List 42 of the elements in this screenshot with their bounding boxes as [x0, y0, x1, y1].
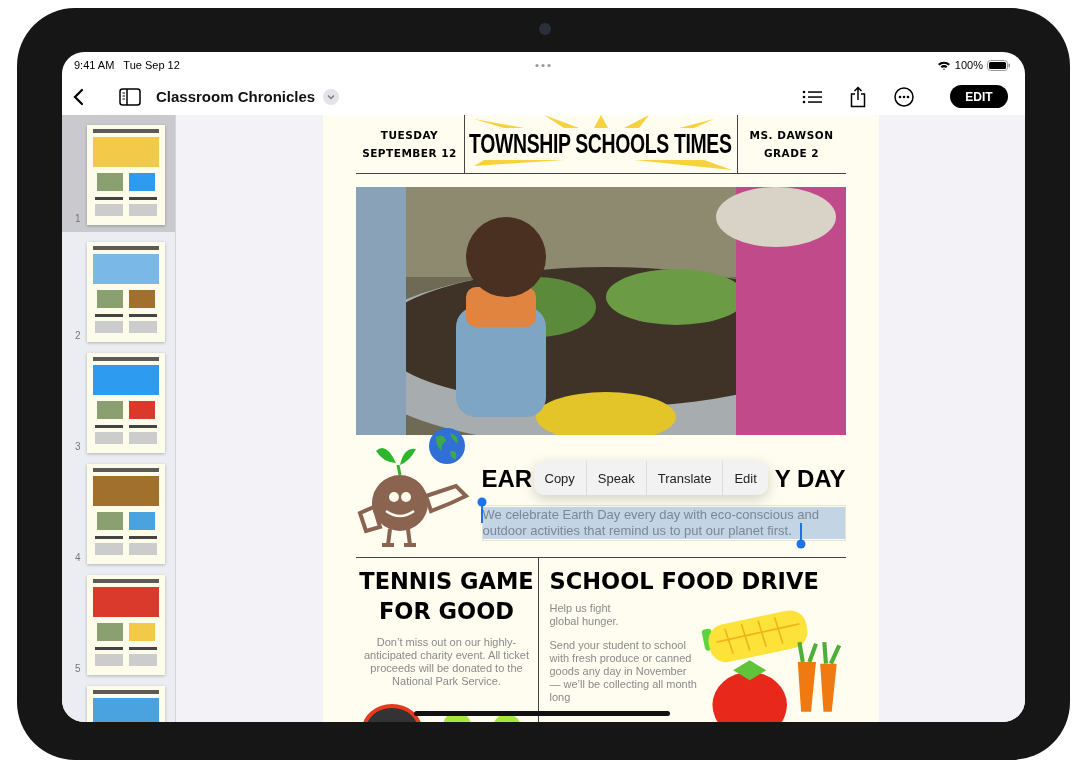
battery-icon — [987, 59, 1011, 71]
page-thumbnail-row[interactable]: 4 — [62, 454, 175, 565]
menu-item[interactable]: Edit — [723, 461, 768, 495]
article-text: Help us fight global hunger. — [549, 602, 620, 628]
globe-icon — [427, 427, 466, 465]
section-heading: Y DAY — [774, 464, 846, 494]
edit-button[interactable]: EDIT — [950, 85, 1008, 108]
page-number: 5 — [75, 663, 81, 674]
camera-icon — [539, 23, 551, 35]
masthead-date: SEPTEMBER 12 — [362, 147, 457, 159]
document-title[interactable]: Classroom Chronicles — [156, 88, 316, 105]
wifi-icon — [936, 60, 951, 70]
list-icon[interactable] — [802, 88, 822, 105]
multitasking-icon[interactable] — [533, 62, 552, 68]
share-icon[interactable] — [849, 85, 867, 108]
menu-item[interactable]: Copy — [533, 461, 587, 495]
page-thumbnail-row[interactable]: 5 — [62, 565, 175, 676]
section-heading: EAR — [481, 464, 533, 494]
chevron-down-icon[interactable] — [323, 88, 340, 105]
page-number: 3 — [75, 441, 81, 452]
masthead-grade: GRADE 2 — [763, 147, 820, 159]
page-thumbnail-row[interactable]: 3 — [62, 343, 175, 454]
page-number: 4 — [75, 552, 81, 563]
article-heading: SCHOOL FOOD DRIVE — [549, 567, 820, 596]
selection-handle[interactable] — [795, 523, 806, 549]
newspaper-title: TOWNSHIP SCHOOLS TIMES — [469, 129, 732, 159]
masthead-teacher: MS. DAWSON — [749, 129, 834, 141]
menu-item[interactable]: Translate — [646, 461, 724, 495]
status-date: Tue Sep 12 — [123, 59, 180, 71]
back-icon[interactable] — [72, 87, 84, 106]
page-number: 1 — [75, 213, 81, 224]
more-icon[interactable] — [894, 86, 914, 107]
article-text: Send your student to school with fresh produce or canned goods any day in November — we’ll be collecting all month long — [549, 639, 698, 704]
status-time: 9:41 AM — [74, 59, 115, 71]
menu-item[interactable]: Speak — [586, 461, 647, 495]
page-number: 2 — [75, 330, 81, 341]
masthead-day: TUESDAY — [380, 129, 439, 141]
sidebar-icon[interactable] — [119, 87, 141, 106]
article-text: Don’t miss out on our highly-anticipated charity event. All ticket proceeds will be donated to the National Park Service. — [362, 636, 531, 688]
page-thumbnail-row[interactable]: 2 — [62, 232, 175, 343]
battery-percent: 100% — [954, 59, 983, 71]
article-heading: TENNIS GAME FOR GOOD — [358, 567, 535, 626]
